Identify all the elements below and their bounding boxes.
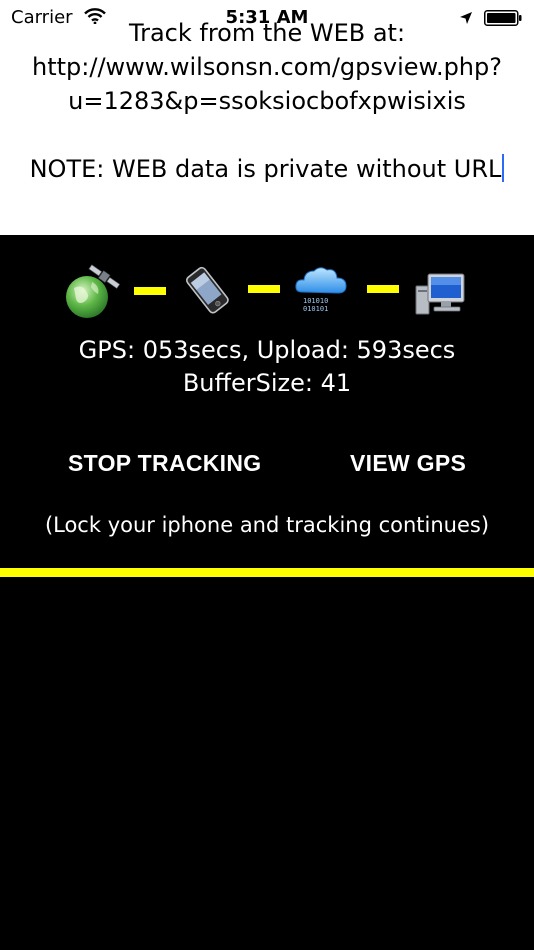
clock: 5:31 AM [225,7,309,28]
computer-icon [414,272,466,325]
pipeline-connector-3 [367,285,399,293]
privacy-note-line: NOTE: WEB data is private without URL [0,152,534,186]
location-arrow-icon [459,10,473,29]
track-url-params: u=1283&p=ssoksiocbofxpwisixis [68,87,466,115]
phone-icon [182,266,234,321]
data-pipeline: 101010 010101 [0,262,534,322]
battery-icon [484,10,522,26]
view-gps-button[interactable]: VIEW GPS [350,450,466,477]
tracking-info-text: Track from the WEB at: http://www.wilson… [0,16,534,186]
satellite-globe-icon [64,262,124,325]
svg-text:101010: 101010 [303,297,328,305]
text-cursor [502,154,505,182]
stop-tracking-button[interactable]: STOP TRACKING [68,450,261,477]
track-url-line: http://www.wilsonsn.com/gpsview.php? [32,53,502,81]
lock-hint: (Lock your iphone and tracking continues… [44,513,490,537]
svg-text:010101: 010101 [303,305,328,313]
pipeline-connector-2 [248,285,280,293]
privacy-note: NOTE: WEB data is private without URL [29,155,502,183]
pipeline-connector-1 [134,287,166,295]
status-bar: Carrier 5:31 AM [0,0,534,40]
tracking-stats: GPS: 053secs, Upload: 593secs BufferSize… [0,334,534,400]
buffer-size: BufferSize: 41 [182,369,352,397]
divider-line [0,568,534,577]
cloud-data-icon: 101010 010101 [292,262,350,319]
gps-upload-timers: GPS: 053secs, Upload: 593secs [78,336,456,364]
